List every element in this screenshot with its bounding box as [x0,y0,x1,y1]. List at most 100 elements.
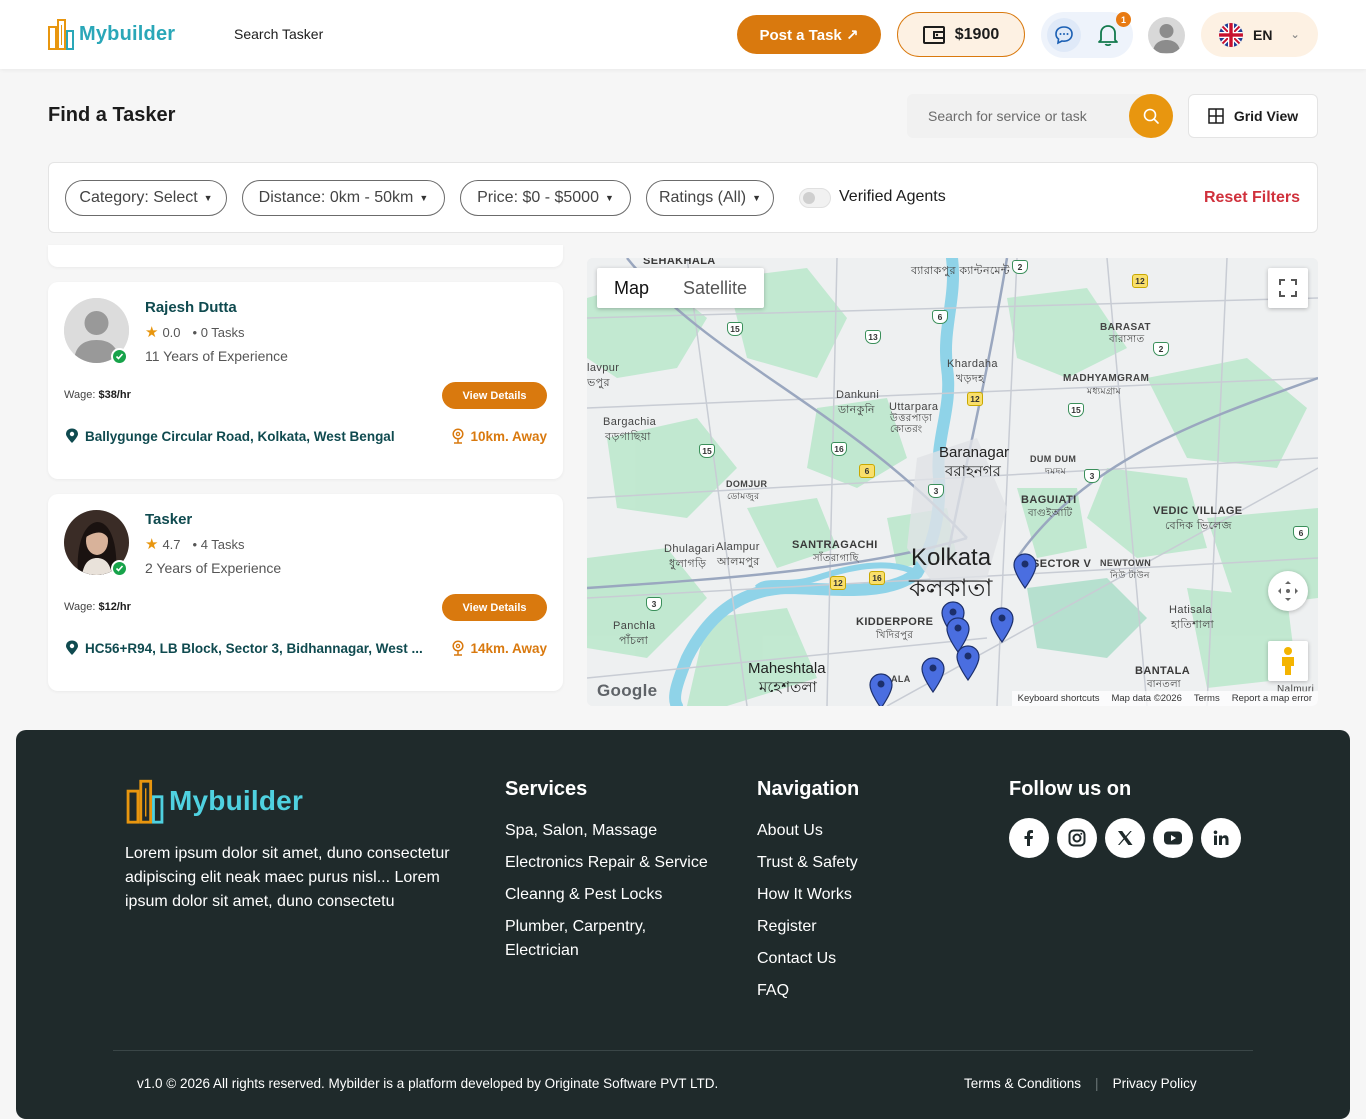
map-label: Hatisala [1169,604,1212,616]
terms-conditions-link[interactable]: Terms & Conditions [964,1076,1081,1091]
map-label: ব্যারাকপুর ক্যান্টনমেন্ট [911,265,1010,277]
search-tasker-link[interactable]: Search Tasker [234,26,323,42]
wallet-button[interactable]: $1900 [897,12,1025,57]
map-label: SECTOR V [1032,558,1092,570]
map-label: মহেশতলা [759,679,817,696]
tasker-map[interactable]: SEHAKHALA ব্যারাকপুর ক্যান্টনমেন্ট BARAS… [587,258,1318,706]
tasker-distance: 10km. Away [451,428,547,444]
footer-divider [113,1050,1253,1051]
uk-flag-icon [1219,22,1243,47]
nav-link[interactable]: About Us [757,819,957,843]
nav-link[interactable]: Register [757,915,957,939]
map-label: VEDIC VILLAGE [1153,505,1243,517]
search-icon [1143,108,1159,124]
map-label: দমদম [1045,466,1067,476]
tasker-card[interactable]: Tasker ★ 4.7 • 4 Tasks 2 Years of Experi… [48,494,563,691]
street-view-pegman[interactable] [1268,641,1308,681]
tab-map[interactable]: Map [597,268,666,308]
map-label: হাতিশালা [1171,619,1215,631]
x-icon [1118,831,1133,845]
tasker-location-pin[interactable] [921,657,945,693]
service-link[interactable]: Cleanng & Pest Locks [505,883,735,907]
ratings-filter-label: Ratings (All) [658,189,747,206]
tasker-distance-text: 10km. Away [470,428,547,444]
grid-view-button[interactable]: Grid View [1188,94,1318,138]
user-avatar[interactable] [1148,17,1185,54]
tasker-rating: 0.0 [162,324,181,340]
map-label: SEHAKHALA [643,258,716,267]
map-data-text: Map data ©2026 [1111,693,1182,704]
tab-satellite[interactable]: Satellite [666,268,764,308]
language-selector[interactable]: EN ⌄ [1201,12,1318,57]
privacy-policy-link[interactable]: Privacy Policy [1113,1076,1197,1091]
top-header: Mybuilder Search Tasker Post a Task ↗ $1… [0,0,1366,69]
map-label: NEWTOWN [1100,558,1152,568]
map-camera-control[interactable] [1268,571,1308,611]
chat-button[interactable] [1047,18,1081,52]
caret-down-icon: ▼ [604,193,614,203]
service-search-input[interactable] [907,94,1148,138]
nav-link[interactable]: FAQ [757,979,957,1003]
nav-link[interactable]: Contact Us [757,947,957,971]
map-attribution: Keyboard shortcuts Map data ©2026 Terms … [1011,691,1318,706]
road-shield: 12 [1132,274,1148,288]
youtube-button[interactable] [1153,818,1193,858]
tasker-location-pin[interactable] [956,645,980,681]
tasker-card[interactable]: Rajesh Dutta ★ 0.0 • 0 Tasks 11 Years of… [48,282,563,479]
tasker-distance-text: 14km. Away [470,640,547,656]
tasker-location-pin[interactable] [1013,553,1037,589]
tasker-location: Ballygunge Circular Road, Kolkata, West … [65,428,395,444]
navigation-heading: Navigation [757,778,860,800]
road-shield: 2 [1153,342,1169,356]
distance-filter[interactable]: Distance: 0km - 50km ▼ [242,180,445,216]
linkedin-button[interactable] [1201,818,1241,858]
search-button[interactable] [1129,94,1173,138]
chevron-down-icon: ⌄ [1290,29,1300,41]
instagram-button[interactable] [1057,818,1097,858]
price-filter[interactable]: Price: $0 - $5000 ▼ [460,180,631,216]
post-task-button[interactable]: Post a Task ↗ [737,15,881,54]
google-logo: Google [597,681,658,700]
brand-logo[interactable]: Mybuilder [47,17,175,51]
tasker-task-count: • 4 Tasks [192,536,245,552]
verified-agents-label: Verified Agents [839,188,946,205]
report-error-link[interactable]: Report a map error [1232,693,1312,704]
map-label: Baranagar [939,444,1010,461]
tasker-name[interactable]: Tasker [145,511,192,528]
bell-icon [1098,25,1118,47]
facebook-button[interactable] [1009,818,1049,858]
copyright-text: v1.0 © 2026 All rights reserved. Mybilde… [137,1076,719,1091]
youtube-icon [1164,831,1182,845]
service-link[interactable]: Spa, Salon, Massage [505,819,735,843]
reset-filters-button[interactable]: Reset Filters [1204,189,1300,207]
social-links [1009,818,1241,858]
footer-follow: Follow us on [1009,778,1131,819]
instagram-icon [1068,829,1086,847]
tasker-location-pin[interactable] [990,607,1014,643]
tasker-card-partial [48,245,563,267]
tasker-location-pin[interactable] [869,673,893,706]
view-details-button[interactable]: View Details [442,382,547,409]
nav-link[interactable]: How It Works [757,883,957,907]
keyboard-shortcuts-link[interactable]: Keyboard shortcuts [1018,693,1100,704]
divider: | [1095,1076,1099,1091]
footer-brand-logo[interactable]: Mybuilder [125,777,303,825]
chat-icon [1055,26,1073,45]
tasker-name[interactable]: Rajesh Dutta [145,299,237,316]
category-filter[interactable]: Category: Select ▼ [65,180,227,216]
x-twitter-button[interactable] [1105,818,1145,858]
ratings-filter[interactable]: Ratings (All) ▼ [646,180,774,216]
site-footer: Mybuilder Lorem ipsum dolor sit amet, du… [16,730,1350,1119]
map-label: Maheshtala [748,660,826,677]
tasker-rating-row: ★ 0.0 • 0 Tasks [145,323,245,341]
view-details-button[interactable]: View Details [442,594,547,621]
nav-link[interactable]: Trust & Safety [757,851,957,875]
tasker-rating-row: ★ 4.7 • 4 Tasks [145,535,245,553]
service-link[interactable]: Electronics Repair & Service [505,851,735,875]
service-link[interactable]: Plumber, Carpentry, Electrician [505,915,675,963]
terms-link[interactable]: Terms [1194,693,1220,704]
road-shield: 3 [646,597,662,611]
wage-value: $12/hr [98,601,131,613]
fullscreen-button[interactable] [1268,268,1308,308]
verified-agents-toggle[interactable] [799,188,831,208]
